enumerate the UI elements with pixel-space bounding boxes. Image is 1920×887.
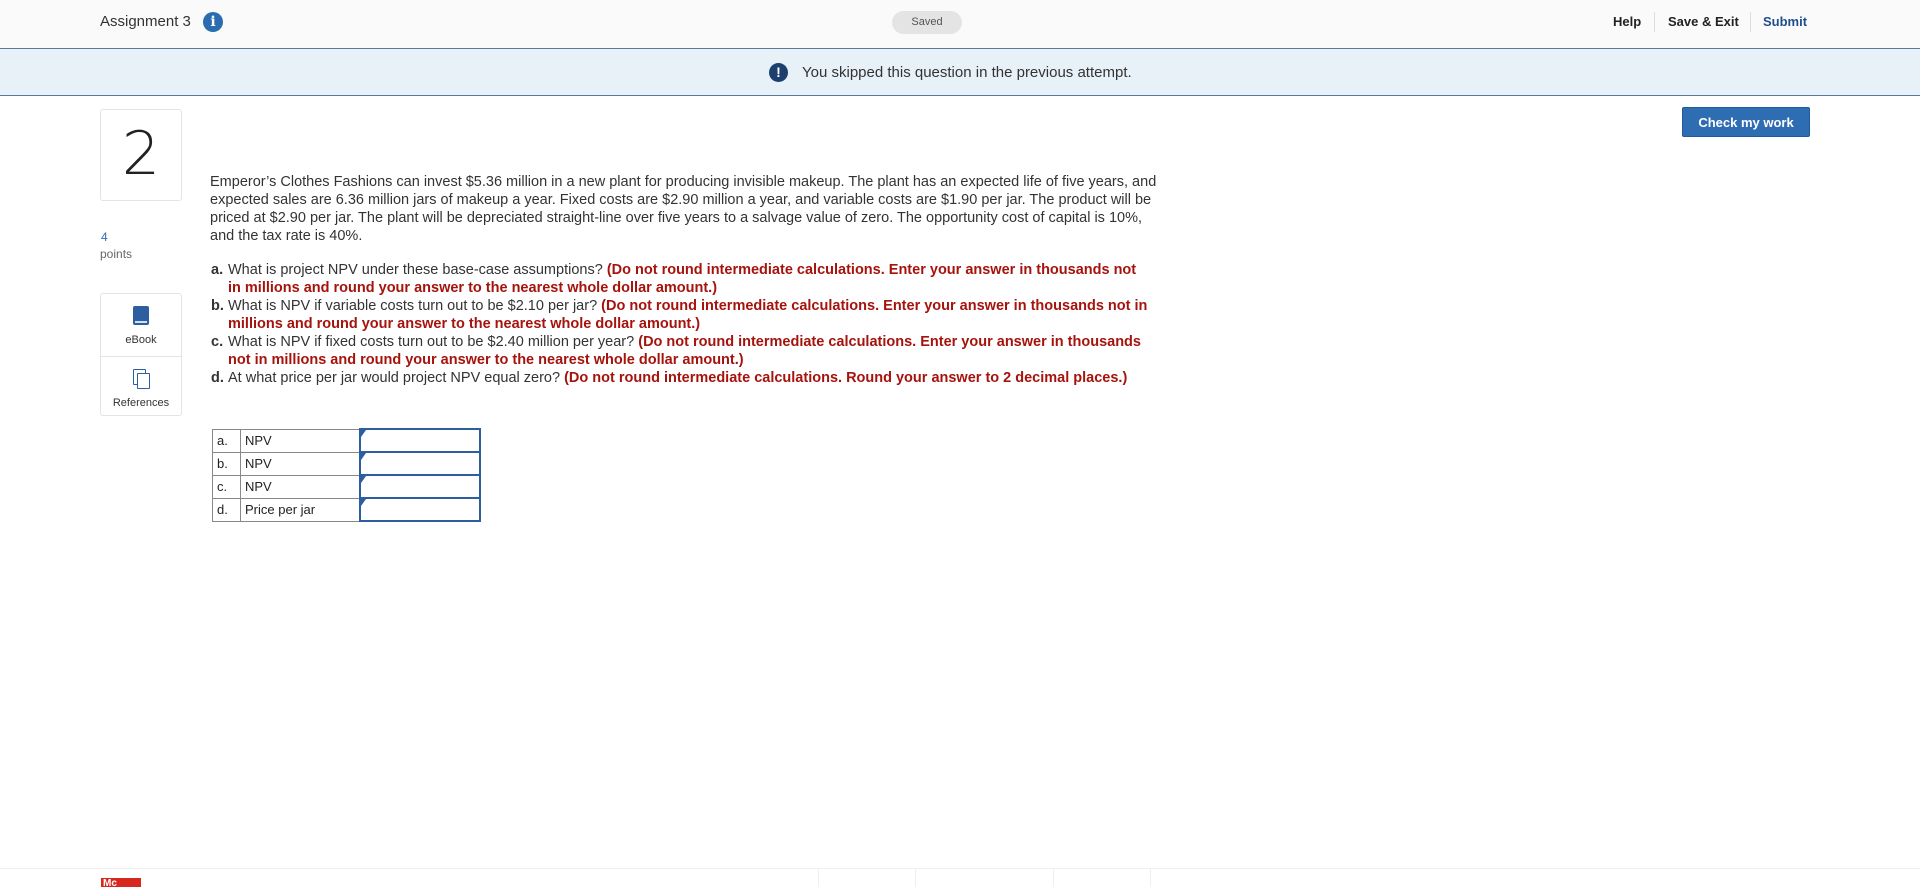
part-letter: c. <box>211 334 224 350</box>
footer-separator <box>915 869 916 887</box>
submit-link[interactable]: Submit <box>1763 14 1807 29</box>
question-number-box: 2 <box>100 109 182 201</box>
footer-separator <box>1053 869 1054 887</box>
answer-letter: a. <box>212 428 241 453</box>
header-divider <box>1654 12 1655 32</box>
answer-letter: d. <box>212 497 241 522</box>
answer-cell <box>358 497 481 522</box>
table-row: c. NPV <box>212 474 481 499</box>
footer-separator <box>818 869 819 887</box>
part-text: At what price per jar would project NPV … <box>228 370 561 386</box>
question-part-b: b. What is NPV if variable costs turn ou… <box>211 297 1151 333</box>
answer-letter: b. <box>212 451 241 476</box>
part-letter: d. <box>211 370 224 386</box>
book-icon <box>133 306 149 325</box>
question-text: Emperor’s Clothes Fashions can invest $5… <box>210 174 1157 244</box>
question-number: 2 <box>121 119 161 189</box>
tool-divider <box>101 356 181 357</box>
part-letter: a. <box>211 262 224 278</box>
answer-cell <box>358 474 481 499</box>
answer-table: a. NPV b. NPV c. NPV d. Price per jar <box>212 428 481 522</box>
question-parts: a. What is project NPV under these base-… <box>211 261 1151 387</box>
question-part-d: d. At what price per jar would project N… <box>211 369 1151 387</box>
check-my-work-button[interactable]: Check my work <box>1682 107 1810 137</box>
header-divider <box>1750 12 1751 32</box>
answer-input-c[interactable] <box>360 477 479 496</box>
answer-cell <box>358 428 481 453</box>
ebook-label: eBook <box>125 334 157 346</box>
points-value: 4 <box>101 230 108 244</box>
answer-input-a[interactable] <box>360 431 479 450</box>
part-letter: b. <box>211 298 224 314</box>
answer-label: NPV <box>240 428 360 453</box>
references-label: References <box>112 397 170 409</box>
answer-cell <box>358 451 481 476</box>
question-tools: eBook References <box>100 293 182 416</box>
points-label: points <box>100 247 133 261</box>
part-instruction: (Do not round intermediate calculations.… <box>564 370 1128 386</box>
answer-input-b[interactable] <box>360 454 479 473</box>
table-row: a. NPV <box>212 428 481 453</box>
part-text: What is NPV if variable costs turn out t… <box>228 298 598 314</box>
footer-divider <box>0 868 1920 869</box>
assignment-title: Assignment 3 <box>100 13 191 30</box>
answer-label: NPV <box>240 474 360 499</box>
saved-status-badge: Saved <box>892 11 962 34</box>
question-part-c: c. What is NPV if fixed costs turn out t… <box>211 333 1151 369</box>
table-row: b. NPV <box>212 451 481 476</box>
part-text: What is NPV if fixed costs turn out to b… <box>228 334 635 350</box>
skipped-question-banner: ! You skipped this question in the previ… <box>0 49 1920 96</box>
answer-label: NPV <box>240 451 360 476</box>
footer-separator <box>1150 869 1151 887</box>
question-part-a: a. What is project NPV under these base-… <box>211 261 1151 297</box>
part-text: What is project NPV under these base-cas… <box>228 262 603 278</box>
answer-label: Price per jar <box>240 497 360 522</box>
ebook-button[interactable]: eBook <box>101 306 181 346</box>
help-link[interactable]: Help <box>1613 14 1641 29</box>
top-header: Assignment 3 i Saved Help Save & Exit Su… <box>0 0 1920 49</box>
save-exit-link[interactable]: Save & Exit <box>1668 14 1739 29</box>
references-icon <box>132 368 150 389</box>
publisher-logo: Mc <box>101 878 141 887</box>
answer-letter: c. <box>212 474 241 499</box>
info-icon[interactable]: i <box>203 12 223 32</box>
answer-input-d[interactable] <box>360 500 479 519</box>
table-row: d. Price per jar <box>212 497 481 522</box>
alert-icon: ! <box>769 63 788 82</box>
banner-message: You skipped this question in the previou… <box>802 64 1132 81</box>
references-button[interactable]: References <box>101 368 181 409</box>
